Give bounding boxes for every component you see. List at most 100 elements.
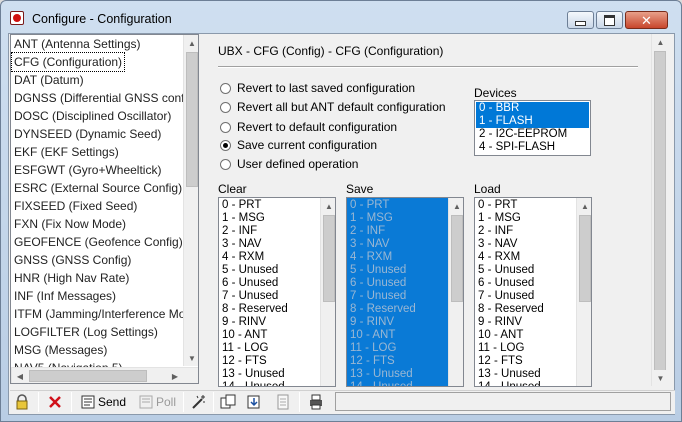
clear-mask-item[interactable]: 10 - ANT	[222, 329, 267, 342]
message-list-item[interactable]: DGNSS (Differential GNSS config	[14, 89, 194, 107]
clear-mask-item[interactable]: 13 - Unused	[222, 368, 285, 381]
tool-button-2[interactable]	[220, 393, 236, 411]
scroll-up-arrow-icon[interactable]: ▲	[184, 35, 198, 51]
message-list-item[interactable]: FXN (Fix Now Mode)	[14, 215, 126, 233]
load-mask-item[interactable]: 5 - Unused	[478, 264, 534, 277]
panel-vscrollbar[interactable]: ▲ ▼	[651, 34, 669, 386]
tool-button-1[interactable]	[191, 393, 207, 411]
message-list-item[interactable]: ESFGWT (Gyro+Wheeltick)	[14, 161, 161, 179]
load-mask-item[interactable]: 13 - Unused	[478, 368, 541, 381]
load-mask-item[interactable]: 2 - INF	[478, 225, 513, 238]
message-list-item[interactable]: MSG (Messages)	[14, 341, 107, 359]
save-mask-list[interactable]: 0 - PRT 1 - MSG 2 - INF 3 - NAV 4 - RXM 5 - U…	[346, 197, 464, 387]
poll-button[interactable]: Poll	[138, 393, 176, 411]
save-mask-item[interactable]: 2 - INF	[350, 225, 385, 238]
load-mask-item[interactable]: 0 - PRT	[478, 199, 517, 212]
message-list-item[interactable]: INF (Inf Messages)	[14, 287, 116, 305]
scroll-up-arrow-icon[interactable]: ▲	[652, 34, 669, 50]
hscroll-thumb[interactable]	[29, 370, 147, 382]
load-mask-item[interactable]: 12 - FTS	[478, 355, 523, 368]
device-item[interactable]: 0 - BBR	[476, 102, 589, 115]
clear-mask-item[interactable]: 4 - RXM	[222, 251, 264, 264]
clear-mask-item[interactable]: 3 - NAV	[222, 238, 261, 251]
device-item[interactable]: 4 - SPI-FLASH	[476, 141, 589, 154]
clear-list-scrollbar[interactable]: ▲	[320, 198, 335, 386]
clear-mask-item[interactable]: 6 - Unused	[222, 277, 278, 290]
save-mask-item[interactable]: 13 - Unused	[350, 368, 413, 381]
load-mask-list[interactable]: 0 - PRT 1 - MSG 2 - INF 3 - NAV 4 - RXM 5 - U…	[474, 197, 592, 387]
radio-circle-icon[interactable]	[220, 158, 231, 170]
message-list-item[interactable]: FIXSEED (Fixed Seed)	[14, 197, 137, 215]
scroll-left-arrow-icon[interactable]: ◀	[12, 368, 28, 383]
scroll-thumb[interactable]	[451, 215, 463, 302]
message-list-item[interactable]: EKF (EKF Settings)	[14, 143, 119, 161]
save-mask-item[interactable]: 14 - Unused	[350, 381, 413, 386]
clear-mask-item[interactable]: 9 - RINV	[222, 316, 266, 329]
save-mask-item[interactable]: 8 - Reserved	[350, 303, 416, 316]
load-mask-item[interactable]: 9 - RINV	[478, 316, 522, 329]
scroll-thumb[interactable]	[186, 52, 198, 187]
scroll-up-arrow-icon[interactable]: ▲	[577, 198, 591, 214]
message-list-item[interactable]: ESRC (External Source Config)	[14, 179, 182, 197]
send-button[interactable]: Send	[80, 393, 126, 411]
lock-button[interactable]	[14, 393, 30, 411]
clear-mask-item[interactable]: 2 - INF	[222, 225, 257, 238]
radio-circle-icon[interactable]	[220, 101, 231, 113]
save-mask-item[interactable]: 9 - RINV	[350, 316, 394, 329]
clear-mask-list[interactable]: 0 - PRT 1 - MSG 2 - INF 3 - NAV 4 - RXM 5 - U…	[218, 197, 336, 387]
scroll-thumb[interactable]	[654, 51, 666, 371]
message-list-hscrollbar[interactable]: ◀ ▶	[11, 367, 198, 383]
radio-option[interactable]: Revert to last saved configuration	[220, 80, 415, 96]
clear-mask-item[interactable]: 7 - Unused	[222, 290, 278, 303]
minimize-button[interactable]	[567, 11, 594, 29]
scroll-thumb[interactable]	[323, 215, 335, 302]
save-mask-item[interactable]: 12 - FTS	[350, 355, 395, 368]
save-mask-item[interactable]: 4 - RXM	[350, 251, 392, 264]
load-mask-item[interactable]: 11 - LOG	[478, 342, 524, 355]
message-list[interactable]: ANT (Antenna Settings) CFG (Configuration…	[10, 34, 199, 384]
save-mask-item[interactable]: 5 - Unused	[350, 264, 406, 277]
close-button[interactable]: ✕	[625, 11, 668, 29]
tool-button-4[interactable]	[275, 393, 291, 411]
save-mask-item[interactable]: 3 - NAV	[350, 238, 389, 251]
load-mask-item[interactable]: 4 - RXM	[478, 251, 520, 264]
radio-option[interactable]: Revert to default configuration	[220, 119, 397, 135]
scroll-up-arrow-icon[interactable]: ▲	[321, 198, 335, 214]
save-mask-item[interactable]: 10 - ANT	[350, 329, 395, 342]
radio-option[interactable]: Revert all but ANT default configuration	[220, 99, 446, 115]
clear-mask-item[interactable]: 1 - MSG	[222, 212, 265, 225]
load-mask-item[interactable]: 3 - NAV	[478, 238, 517, 251]
message-list-item[interactable]: ITFM (Jamming/Interference Mo	[14, 305, 185, 323]
message-list-item[interactable]: LOGFILTER (Log Settings)	[14, 323, 158, 341]
message-list-vscrollbar[interactable]: ▲ ▼	[183, 35, 198, 366]
delete-button[interactable]	[47, 393, 63, 411]
load-mask-item[interactable]: 1 - MSG	[478, 212, 521, 225]
load-mask-item[interactable]: 8 - Reserved	[478, 303, 544, 316]
save-mask-item[interactable]: 1 - MSG	[350, 212, 393, 225]
load-list-scrollbar[interactable]: ▲	[576, 198, 591, 386]
radio-option[interactable]: User defined operation	[220, 156, 358, 172]
scroll-down-arrow-icon[interactable]: ▼	[652, 370, 669, 386]
save-mask-item[interactable]: 7 - Unused	[350, 290, 406, 303]
message-list-item[interactable]: GNSS (GNSS Config)	[14, 251, 131, 269]
clear-mask-item[interactable]: 12 - FTS	[222, 355, 267, 368]
scroll-up-arrow-icon[interactable]: ▲	[449, 198, 463, 214]
save-mask-item[interactable]: 6 - Unused	[350, 277, 406, 290]
scroll-right-arrow-icon[interactable]: ▶	[167, 368, 183, 383]
radio-circle-icon[interactable]	[220, 121, 231, 133]
radio-circle-icon[interactable]	[220, 139, 231, 151]
device-item[interactable]: 2 - I2C-EEPROM	[476, 128, 589, 141]
tool-button-5[interactable]	[308, 393, 324, 411]
devices-list[interactable]: 0 - BBR 1 - FLASH 2 - I2C-EEPROM 4 - SPI-FL…	[474, 100, 591, 156]
load-mask-item[interactable]: 7 - Unused	[478, 290, 534, 303]
load-mask-item[interactable]: 6 - Unused	[478, 277, 534, 290]
save-list-scrollbar[interactable]: ▲	[448, 198, 463, 386]
tool-button-3[interactable]	[246, 393, 262, 411]
clear-mask-item[interactable]: 11 - LOG	[222, 342, 268, 355]
scroll-thumb[interactable]	[579, 215, 591, 302]
clear-mask-item[interactable]: 8 - Reserved	[222, 303, 288, 316]
save-mask-item[interactable]: 11 - LOG	[350, 342, 396, 355]
radio-circle-icon[interactable]	[220, 82, 231, 94]
message-list-item[interactable]: GEOFENCE (Geofence Config)	[14, 233, 183, 251]
clear-mask-item[interactable]: 0 - PRT	[222, 199, 261, 212]
